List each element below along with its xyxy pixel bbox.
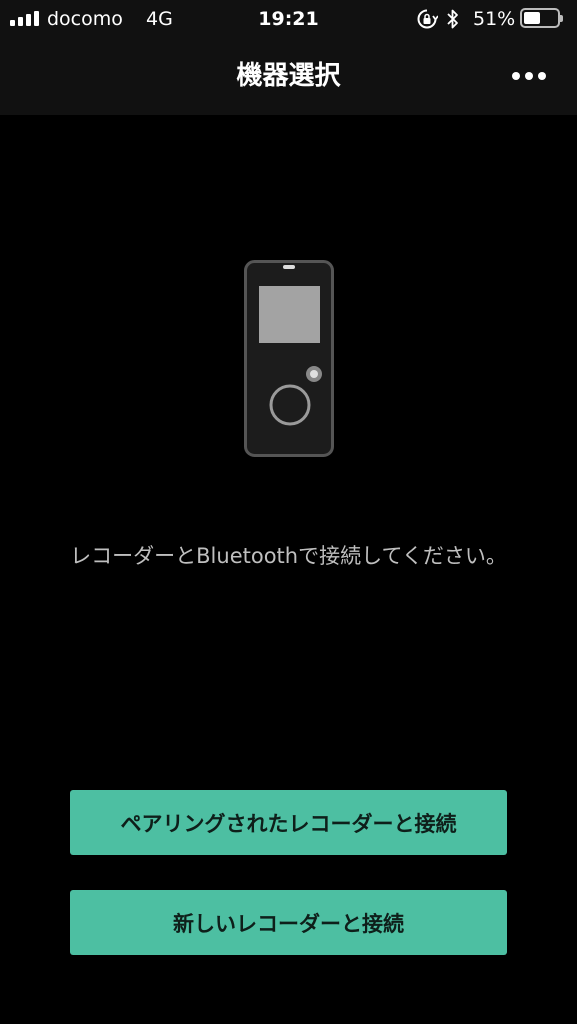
more-dot-icon (538, 72, 546, 80)
instruction-text: レコーダーとBluetoothで接続してください。 (70, 544, 507, 568)
recorder-device-icon (244, 260, 334, 457)
more-options-button[interactable] (505, 60, 553, 92)
connect-new-recorder-button[interactable]: 新しいレコーダーと接続 (70, 890, 507, 955)
battery-percent: 51% (473, 8, 516, 30)
status-bar: docomo 4G 19:21 51% (0, 0, 577, 38)
connect-paired-recorder-button[interactable]: ペアリングされたレコーダーと接続 (70, 790, 507, 855)
navigation-bar: 機器選択 (0, 38, 577, 115)
more-dot-icon (512, 72, 520, 80)
battery-level (524, 12, 540, 24)
page-title: 機器選択 (236, 61, 341, 91)
bluetooth-icon (447, 9, 458, 29)
more-dot-icon (525, 72, 533, 80)
orientation-lock-icon (417, 9, 438, 29)
battery-icon (520, 8, 563, 28)
